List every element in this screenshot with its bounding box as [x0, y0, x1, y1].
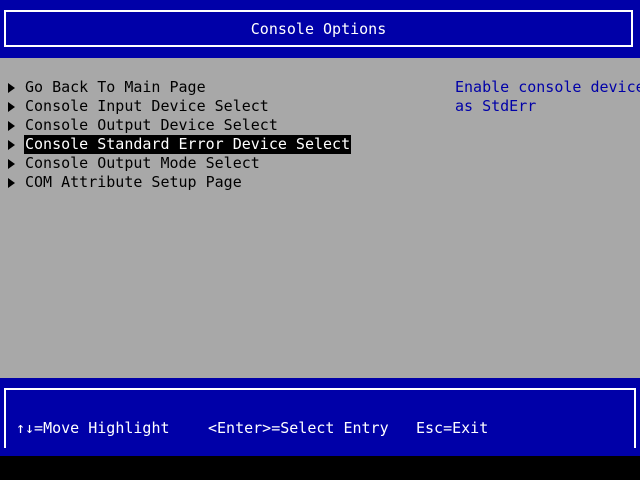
select-entry-hint: <Enter>=Select Entry [208, 419, 389, 437]
help-line: as StdErr [455, 97, 537, 115]
menu-item-label: Go Back To Main Page [25, 78, 206, 96]
triangle-right-icon [8, 158, 15, 169]
triangle-right-icon [8, 101, 15, 112]
help-text: Enable console device as StdErr [455, 78, 640, 116]
triangle-right-icon [8, 139, 15, 150]
main-panel: Go Back To Main Page Console Input Devic… [0, 58, 640, 378]
menu-item-label: Console Input Device Select [25, 97, 269, 115]
triangle-right-icon [8, 177, 15, 188]
help-line: Enable console device [455, 78, 640, 96]
menu-item-console-stderr[interactable]: Console Standard Error Device Select [6, 135, 352, 154]
title-frame: Console Options [4, 10, 633, 47]
move-highlight-hint: ↑↓=Move Highlight [16, 419, 170, 437]
menu-list: Go Back To Main Page Console Input Devic… [6, 78, 352, 192]
page-title: Console Options [250, 20, 387, 38]
menu-item-go-back[interactable]: Go Back To Main Page [6, 78, 351, 97]
menu-item-com-attribute[interactable]: COM Attribute Setup Page [6, 173, 351, 192]
menu-item-label: Console Standard Error Device Select [24, 135, 352, 154]
exit-hint: Esc=Exit [416, 419, 489, 437]
triangle-right-icon [8, 120, 15, 131]
key-help-bar: ↑↓=Move Highlight <Enter>=Select Entry E… [0, 378, 640, 456]
triangle-right-icon [8, 82, 15, 93]
menu-item-label: COM Attribute Setup Page [25, 173, 242, 191]
key-help-frame [4, 388, 636, 448]
menu-item-console-output[interactable]: Console Output Device Select [6, 116, 351, 135]
menu-item-label: Console Output Device Select [25, 116, 278, 134]
menu-item-console-input[interactable]: Console Input Device Select [6, 97, 351, 116]
title-bar: Console Options [0, 0, 640, 58]
menu-item-label: Console Output Mode Select [25, 154, 260, 172]
menu-item-console-output-mode[interactable]: Console Output Mode Select [6, 154, 351, 173]
